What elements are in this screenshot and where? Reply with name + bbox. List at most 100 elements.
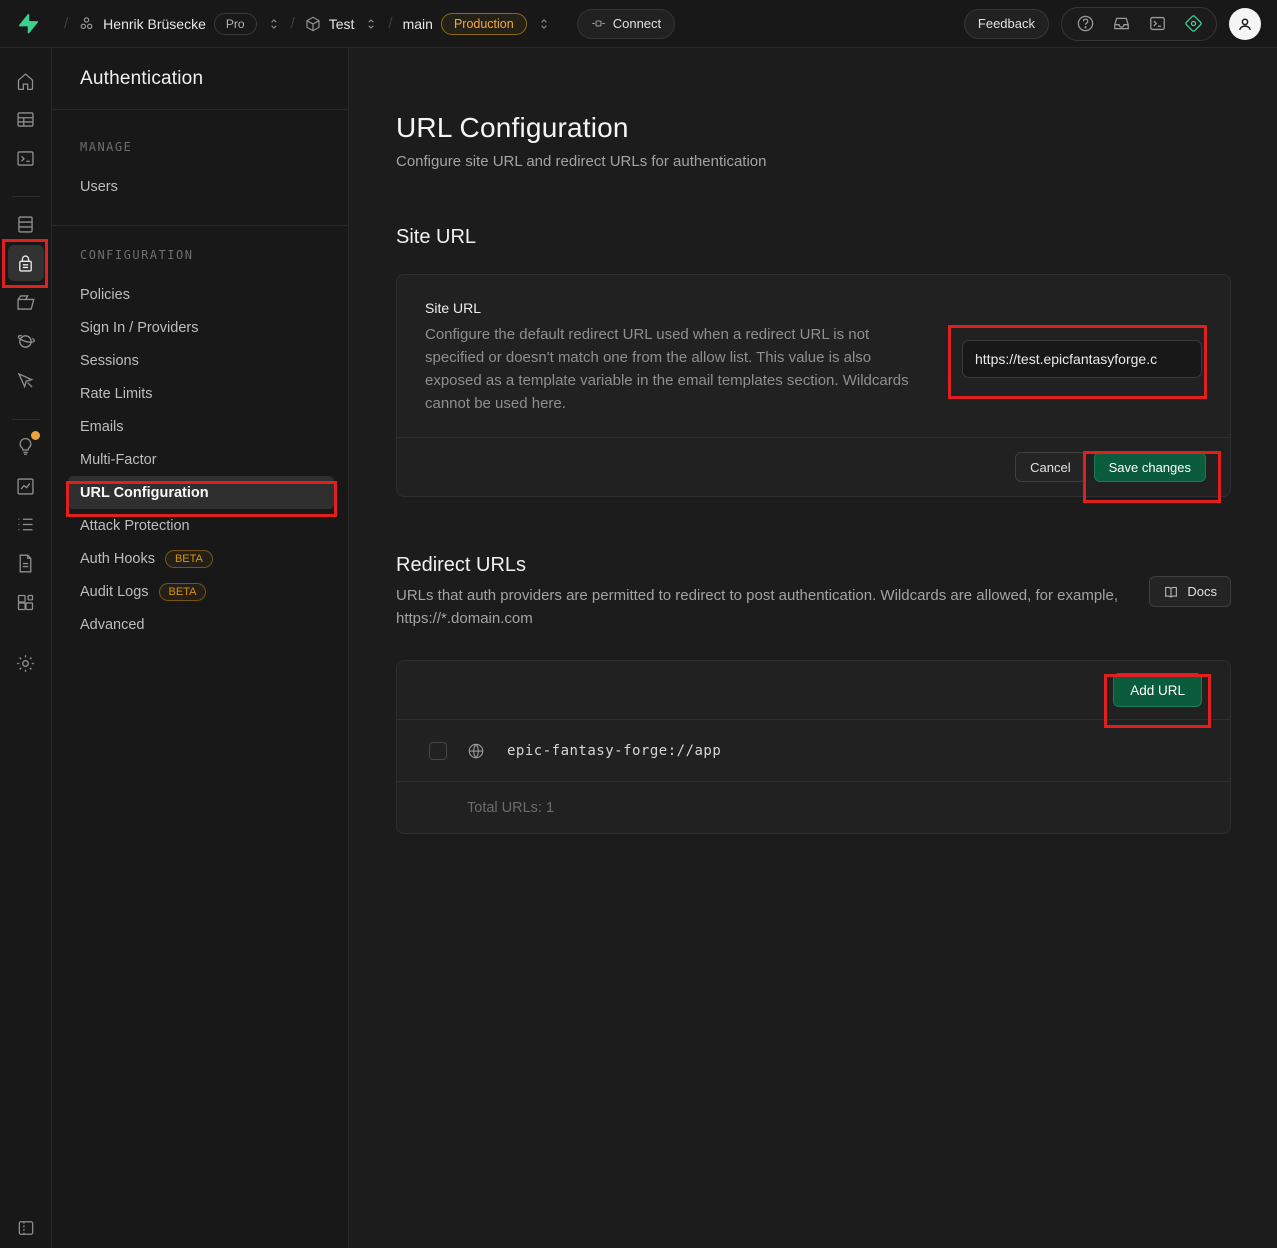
site-url-label: Site URL bbox=[425, 300, 930, 316]
assistant-diamond-icon[interactable] bbox=[1176, 9, 1210, 39]
settings-icon[interactable] bbox=[8, 645, 44, 681]
authentication-icon[interactable] bbox=[8, 245, 44, 281]
storage-icon[interactable] bbox=[8, 284, 44, 320]
notification-dot bbox=[31, 431, 40, 440]
sidebar-item-label: Sign In / Providers bbox=[80, 320, 198, 336]
branch-switcher-chevron-icon[interactable] bbox=[537, 17, 551, 31]
sidebar-item-rate-limits[interactable]: Rate Limits bbox=[68, 377, 334, 410]
primary-nav-rail bbox=[0, 48, 52, 1248]
redirect-url-value: epic-fantasy-forge://app bbox=[507, 743, 721, 759]
site-url-heading: Site URL bbox=[396, 226, 1231, 249]
project-switcher-chevron-icon[interactable] bbox=[364, 17, 378, 31]
api-docs-icon[interactable] bbox=[8, 545, 44, 581]
sidebar-item-label: Rate Limits bbox=[80, 386, 153, 402]
sidebar-item-url-configuration[interactable]: URL Configuration bbox=[68, 476, 334, 509]
inbox-icon[interactable] bbox=[1104, 9, 1138, 39]
sidebar-item-label: Multi-Factor bbox=[80, 452, 157, 468]
sidebar-item-label: Emails bbox=[80, 419, 124, 435]
sidebar-item-label: URL Configuration bbox=[80, 485, 209, 501]
environment-badge: Production bbox=[441, 13, 527, 35]
org-name: Henrik Brüsecke bbox=[103, 16, 206, 32]
beta-badge: BETA bbox=[165, 550, 213, 568]
org-plan-badge: Pro bbox=[214, 13, 257, 35]
utility-icon-group bbox=[1061, 7, 1217, 41]
breadcrumb-branch[interactable]: main Production bbox=[403, 13, 551, 35]
table-editor-icon[interactable] bbox=[8, 101, 44, 137]
project-name: Test bbox=[329, 16, 355, 32]
sidebar-title: Authentication bbox=[80, 68, 203, 90]
breadcrumb-org[interactable]: Henrik Brüsecke Pro bbox=[78, 13, 280, 35]
sidebar-item-label: Advanced bbox=[80, 617, 145, 633]
sidebar-item-label: Auth Hooks bbox=[80, 551, 155, 567]
user-avatar[interactable] bbox=[1229, 8, 1261, 40]
database-icon[interactable] bbox=[8, 206, 44, 242]
redirect-url-row[interactable]: epic-fantasy-forge://app bbox=[397, 719, 1230, 781]
supabase-logo-icon[interactable] bbox=[14, 11, 40, 37]
sidebar-item-policies[interactable]: Policies bbox=[68, 278, 334, 311]
edge-functions-icon[interactable] bbox=[8, 323, 44, 359]
redirect-urls-description: URLs that auth providers are permitted t… bbox=[396, 584, 1126, 630]
sidebar-item-multi-factor[interactable]: Multi-Factor bbox=[68, 443, 334, 476]
sidebar-item-label: Sessions bbox=[80, 353, 139, 369]
command-terminal-icon[interactable] bbox=[1140, 9, 1174, 39]
beta-badge: BETA bbox=[159, 583, 207, 601]
plug-icon bbox=[591, 16, 606, 31]
breadcrumb-separator: / bbox=[64, 15, 68, 32]
sidebar-item-audit-logs[interactable]: Audit Logs BETA bbox=[68, 575, 334, 608]
redirect-urls-card: Add URL epic-fantasy-forge://app Total U… bbox=[396, 660, 1231, 834]
book-icon bbox=[1163, 584, 1179, 600]
advisors-icon[interactable] bbox=[8, 428, 44, 464]
sidebar-divider bbox=[52, 225, 348, 226]
site-url-description: Configure the default redirect URL used … bbox=[425, 323, 930, 415]
breadcrumb-project[interactable]: Test bbox=[305, 16, 379, 32]
rail-divider bbox=[12, 419, 40, 420]
home-icon[interactable] bbox=[8, 63, 44, 99]
section-label-manage: MANAGE bbox=[52, 140, 348, 154]
feedback-label: Feedback bbox=[978, 16, 1035, 31]
sidebar-item-sign-in-providers[interactable]: Sign In / Providers bbox=[68, 311, 334, 344]
docs-label: Docs bbox=[1187, 584, 1217, 599]
docs-button[interactable]: Docs bbox=[1149, 576, 1231, 607]
sidebar-item-users[interactable]: Users bbox=[68, 170, 334, 203]
sidebar-item-label: Attack Protection bbox=[80, 518, 190, 534]
reports-icon[interactable] bbox=[8, 468, 44, 504]
sidebar-item-advanced[interactable]: Advanced bbox=[68, 608, 334, 641]
org-switcher-chevron-icon[interactable] bbox=[267, 17, 281, 31]
redirect-urls-heading: Redirect URLs bbox=[396, 554, 1126, 577]
page-title: URL Configuration bbox=[396, 112, 1231, 144]
add-url-button[interactable]: Add URL bbox=[1113, 673, 1202, 707]
sql-editor-icon[interactable] bbox=[8, 140, 44, 176]
cancel-button[interactable]: Cancel bbox=[1015, 452, 1085, 482]
toggle-sidebar-icon[interactable] bbox=[8, 1210, 44, 1246]
cube-icon bbox=[305, 16, 321, 32]
breadcrumb-separator: / bbox=[388, 15, 392, 32]
connect-button[interactable]: Connect bbox=[577, 9, 675, 39]
sidebar-item-attack-protection[interactable]: Attack Protection bbox=[68, 509, 334, 542]
sidebar-item-label: Audit Logs bbox=[80, 584, 149, 600]
main-content: URL Configuration Configure site URL and… bbox=[349, 48, 1277, 1248]
sidebar-item-emails[interactable]: Emails bbox=[68, 410, 334, 443]
site-url-card: Site URL Configure the default redirect … bbox=[396, 274, 1231, 497]
sidebar-item-sessions[interactable]: Sessions bbox=[68, 344, 334, 377]
page-subtitle: Configure site URL and redirect URLs for… bbox=[396, 153, 1231, 170]
rail-divider bbox=[12, 196, 40, 197]
auth-sidebar: Authentication MANAGE Users CONFIGURATIO… bbox=[52, 48, 349, 1248]
realtime-icon[interactable] bbox=[8, 362, 44, 398]
logs-icon[interactable] bbox=[8, 506, 44, 542]
branch-name: main bbox=[403, 16, 433, 32]
breadcrumb-separator: / bbox=[291, 15, 295, 32]
section-label-configuration: CONFIGURATION bbox=[52, 248, 348, 262]
site-url-input[interactable] bbox=[962, 340, 1202, 378]
url-checkbox[interactable] bbox=[429, 742, 447, 760]
connect-label: Connect bbox=[613, 16, 661, 31]
globe-icon bbox=[467, 742, 485, 760]
sidebar-item-label: Policies bbox=[80, 287, 130, 303]
total-urls-label: Total URLs: 1 bbox=[397, 781, 1230, 833]
help-icon[interactable] bbox=[1068, 9, 1102, 39]
organization-icon bbox=[78, 15, 95, 32]
save-changes-button[interactable]: Save changes bbox=[1094, 452, 1206, 482]
integrations-icon[interactable] bbox=[8, 584, 44, 620]
feedback-button[interactable]: Feedback bbox=[964, 9, 1049, 39]
sidebar-item-label: Users bbox=[80, 179, 118, 195]
sidebar-item-auth-hooks[interactable]: Auth Hooks BETA bbox=[68, 542, 334, 575]
